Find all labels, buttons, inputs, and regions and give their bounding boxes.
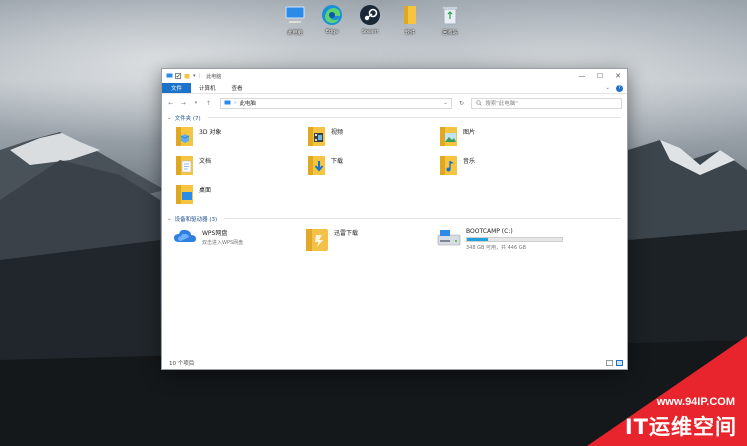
documents-folder-icon [175,154,195,176]
device-item-bootcamp-c[interactable]: BOOTCAMP (C:) 348 GB 可用，共 446 GB [437,224,607,256]
new-folder-icon[interactable] [184,73,190,79]
device-subtitle: 双击进入WPS网盘 [202,240,244,246]
folder-item-pictures[interactable]: 图片 [439,123,571,152]
folder-label: 文档 [199,158,212,165]
collapse-chevron-icon: ⌄ [167,114,172,121]
help-icon[interactable]: ? [616,84,623,92]
desktop-icon-label: 回收站 [442,30,458,36]
folders-group-title: 文件夹 (7) [174,115,201,122]
address-bar[interactable]: › 此电脑 ⌄ [220,97,452,109]
desktop-icon-this-pc[interactable]: 此电脑 [277,4,313,36]
folder-label: 视频 [331,129,344,136]
device-name: WPS网盘 [202,230,228,237]
folders-grid: 3D 对象 视频 图片 文档 下载 音乐 桌面 [167,123,627,210]
title-bar: ▾ | 此电脑 — ☐ ✕ [162,69,627,83]
desktop-folder-icon [175,183,195,205]
desktop-icon-label: 软件 [404,30,415,36]
device-name: 迅雷下载 [334,230,359,237]
up-arrow-icon[interactable]: ↑ [205,100,213,107]
devices-group-title: 设备和驱动器 (3) [174,216,218,223]
edge-icon [321,4,343,26]
device-item-xunlei-download[interactable]: 迅雷下载 [305,224,437,256]
item-count: 10 个项目 [169,361,195,367]
music-folder-icon [439,154,459,176]
address-path: 此电脑 [239,101,256,107]
group-divider [224,218,621,219]
content-pane: ⌄ 文件夹 (7) 3D 对象 视频 图片 文档 下载 音乐 桌面 ⌄ 设备和驱… [162,112,627,256]
folder-label: 图片 [463,129,476,136]
pictures-folder-icon [439,125,459,147]
cloud-drive-icon [173,228,197,246]
ribbon-tabs: 文件 计算机 查看 ⌄ ? [162,83,627,94]
desktop-icon-label: Steam [361,29,379,35]
chevron-down-icon[interactable]: ▾ [193,73,196,79]
status-bar: 10 个项目 [162,357,627,369]
folder-label: 桌面 [199,187,212,194]
title-separator: | [198,73,201,79]
address-separator: › [234,100,237,106]
folder-item-downloads[interactable]: 下载 [307,152,439,181]
search-box[interactable]: 搜索"此电脑" [471,97,623,109]
search-placeholder: 搜索"此电脑" [485,101,518,107]
drive-usage-bar [466,237,563,242]
quick-access-toolbar: ▾ | [166,73,200,79]
search-icon [476,100,482,106]
refresh-icon[interactable]: ↻ [457,100,466,107]
close-button[interactable]: ✕ [609,69,627,83]
desktop-icon-label: Edge [325,29,339,35]
videos-folder-icon [307,125,327,147]
tab-file[interactable]: 文件 [162,83,192,93]
recent-locations-chevron-icon[interactable]: ▾ [192,100,200,106]
collapse-chevron-icon: ⌄ [167,215,172,222]
devices-grid: WPS网盘 双击进入WPS网盘 迅雷下载 BOOTCAMP (C:) 348 G… [167,224,627,256]
recycle-bin-icon [439,4,461,26]
tab-computer[interactable]: 计算机 [191,83,224,93]
computer-icon [284,4,306,26]
folder-item-music[interactable]: 音乐 [439,152,571,181]
file-explorer-window: ▾ | 此电脑 — ☐ ✕ 文件 计算机 查看 ⌄ ? ← → ▾ ↑ › 此电… [161,68,628,370]
tab-view[interactable]: 查看 [224,83,251,93]
maximize-button[interactable]: ☐ [591,69,609,83]
desktop-icon-software[interactable]: 软件 [392,4,428,36]
window-controls: — ☐ ✕ [573,69,627,83]
folder-label: 音乐 [463,158,476,165]
watermark-url: www.94IP.COM [656,396,735,408]
folder-item-documents[interactable]: 文档 [175,152,307,181]
watermark-name: IT运维空间 [624,415,737,439]
device-subtitle: 348 GB 可用，共 446 GB [466,245,527,251]
this-pc-small-icon [166,73,173,79]
folder-label: 下载 [331,158,344,165]
desktop-icon-recycle-bin[interactable]: 回收站 [432,4,468,36]
navigation-bar: ← → ▾ ↑ › 此电脑 ⌄ ↻ 搜索"此电脑" [162,94,627,112]
folder-icon [399,4,421,26]
forward-arrow-icon[interactable]: → [180,100,188,107]
devices-group-header[interactable]: ⌄ 设备和驱动器 (3) [167,213,627,224]
desktop-icon-steam[interactable]: Steam [352,4,388,35]
minimize-button[interactable]: — [573,69,591,83]
folders-group-header[interactable]: ⌄ 文件夹 (7) [167,112,627,123]
device-item-wps-cloud[interactable]: WPS网盘 双击进入WPS网盘 [173,224,305,256]
folder-label: 3D 对象 [199,129,222,136]
desktop-icon-edge[interactable]: Edge [314,4,350,35]
folder-item-videos[interactable]: 视频 [307,123,439,152]
device-name: BOOTCAMP (C:) [466,228,513,235]
properties-icon[interactable] [175,73,181,79]
steam-icon [359,4,381,26]
xunlei-download-icon [305,228,329,254]
3d-objects-folder-icon [175,125,195,147]
window-title: 此电脑 [206,73,222,80]
back-arrow-icon[interactable]: ← [167,100,175,107]
folder-item-desktop[interactable]: 桌面 [175,181,307,210]
this-pc-small-icon [224,100,231,105]
desktop-icon-label: 此电脑 [287,30,303,36]
group-divider [207,117,621,118]
drive-usage-fill [467,238,488,241]
disk-drive-icon [437,228,461,250]
folder-item-3d-objects[interactable]: 3D 对象 [175,123,307,152]
address-dropdown-chevron-icon[interactable]: ⌄ [443,100,451,106]
downloads-folder-icon [307,154,327,176]
expand-ribbon-chevron-icon[interactable]: ⌄ [605,85,610,91]
